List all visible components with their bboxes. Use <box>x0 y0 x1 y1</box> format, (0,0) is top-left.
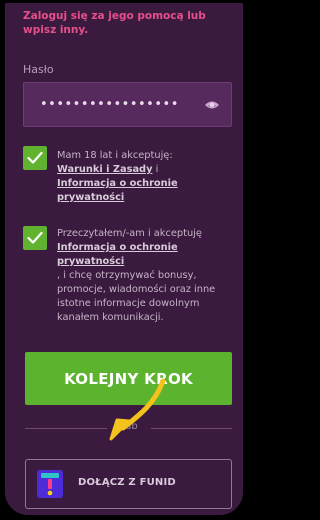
terms-consent-lead: Mam 18 lat i akceptuję: <box>57 150 173 161</box>
terms-link[interactable]: Warunki i Zasady <box>57 164 152 175</box>
password-value: ••••••••••••••••• <box>40 97 179 112</box>
marketing-consent-text: Przeczytałem/-am i akceptuję Informacja … <box>57 227 235 325</box>
phone-frame: Zaloguj się za jego pomocą lub wpisz inn… <box>2 0 246 518</box>
terms-separator: i <box>152 164 159 175</box>
password-input[interactable]: ••••••••••••••••• <box>23 82 232 127</box>
eye-icon[interactable] <box>203 97 221 113</box>
join-funid-button[interactable]: DOŁĄCZ Z FUNID <box>25 459 232 509</box>
marketing-consent-suffix: , i chcę otrzymywać bonusy, promocje, wi… <box>57 270 216 323</box>
privacy-link-2[interactable]: Informacja o ochronie prywatności <box>57 242 178 267</box>
intro-text: Zaloguj się za jego pomocą lub wpisz inn… <box>23 10 206 36</box>
terms-checkbox[interactable] <box>23 146 47 170</box>
funid-button-label: DOŁĄCZ Z FUNID <box>78 477 176 488</box>
terms-consent-text: Mam 18 lat i akceptuję: Warunki i Zasady… <box>57 149 235 205</box>
checkmark-icon <box>27 151 43 164</box>
checkmark-icon <box>27 231 43 244</box>
privacy-link-1[interactable]: Informacja o ochronie prywatności <box>57 178 178 203</box>
curved-arrow-icon <box>109 378 166 441</box>
funid-logo-icon <box>37 470 63 498</box>
password-label: Hasło <box>23 63 54 76</box>
marketing-checkbox[interactable] <box>23 226 47 250</box>
marketing-consent-lead: Przeczytałem/-am i akceptuję <box>57 228 202 239</box>
